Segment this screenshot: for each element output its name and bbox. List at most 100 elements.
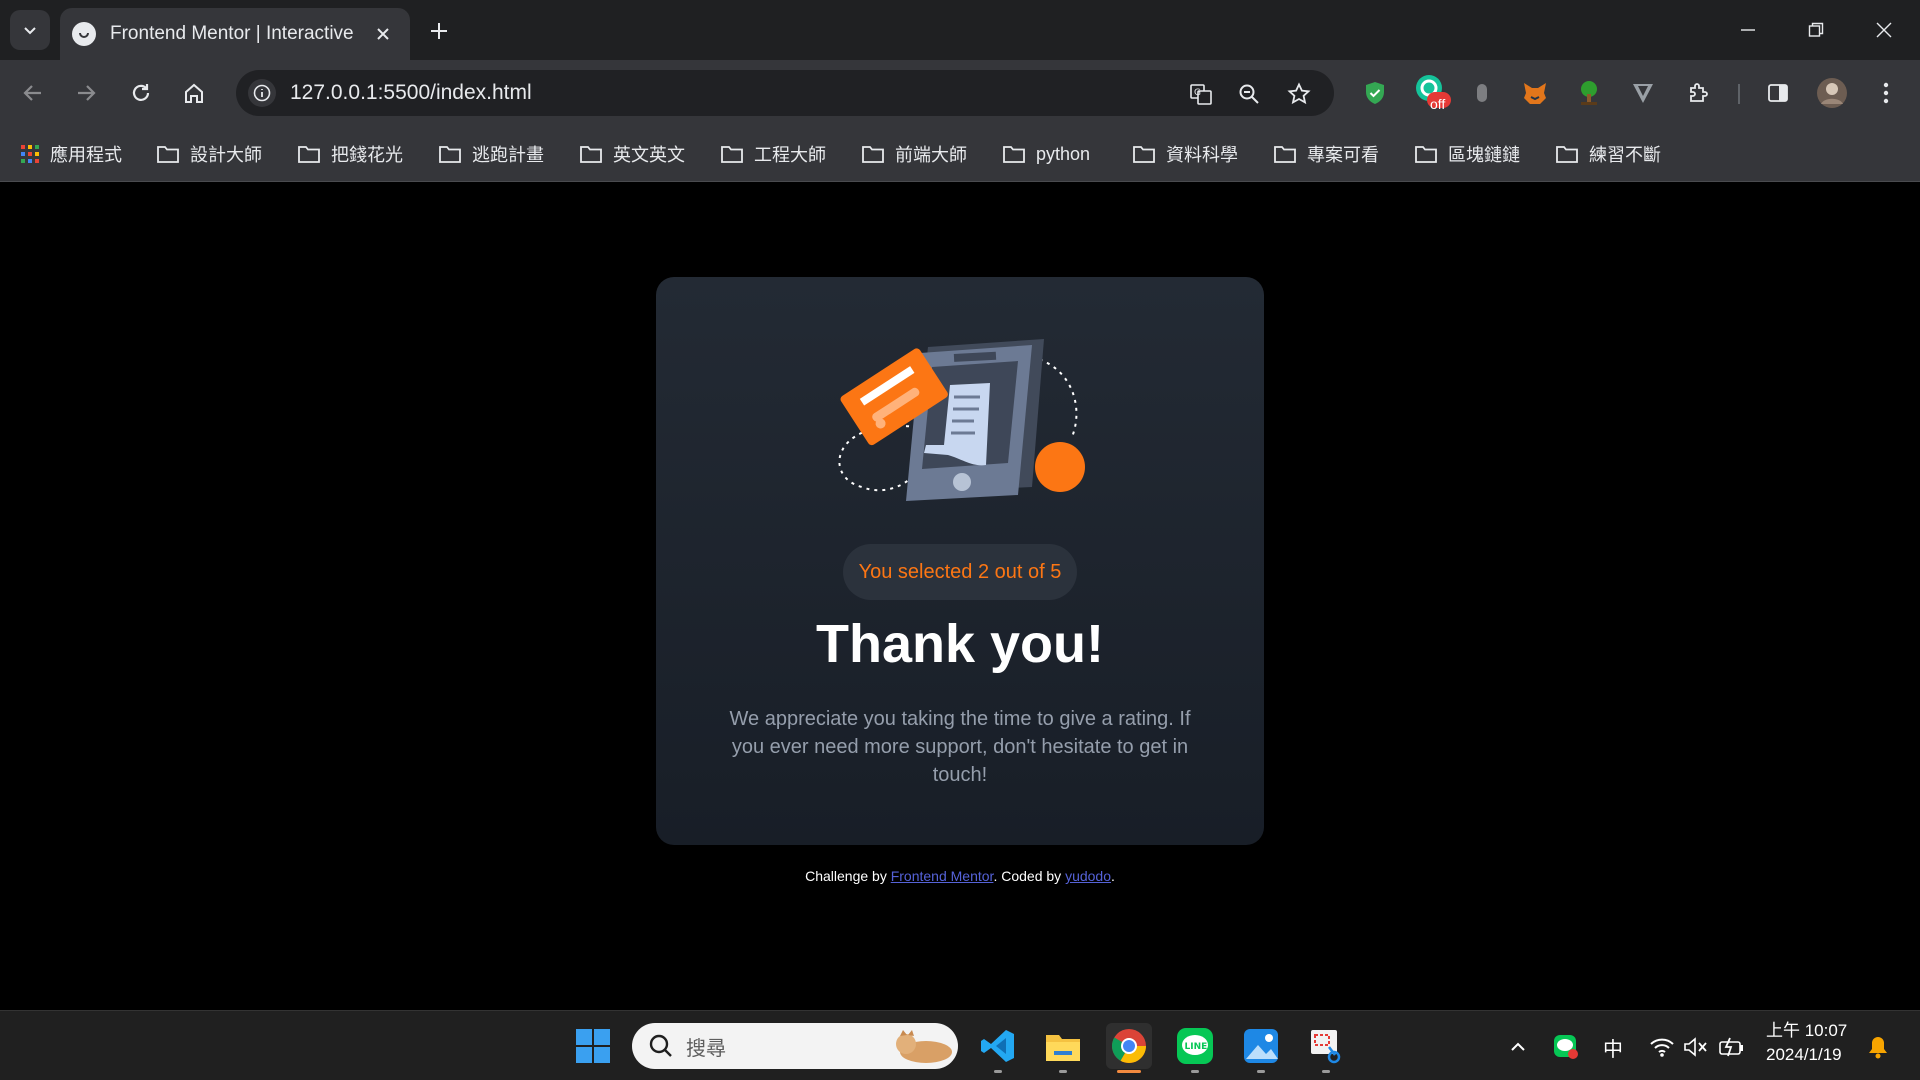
chrome-app[interactable] [1106,1023,1152,1073]
extensions-puzzle-icon[interactable] [1683,77,1715,109]
start-button[interactable] [570,1023,616,1069]
bookmark-folder[interactable]: 專案可看 [1273,140,1379,168]
bookmark-folder[interactable]: 練習不斷 [1555,140,1661,168]
bookmark-folder[interactable]: 設計大師 [156,140,262,168]
extension-off-badge: off [1430,96,1446,112]
bookmark-folder[interactable]: 前端大師 [861,140,967,168]
plus-icon [431,23,447,39]
svg-text:LINE: LINE [1185,1042,1208,1052]
minimize-button[interactable] [1732,14,1764,46]
apps-grid-icon [21,145,39,163]
system-clock[interactable]: 上午 10:07 2024/1/19 [1766,1019,1847,1067]
bookmark-label: 英文英文 [613,145,685,165]
page-title: Thank you! [815,614,1104,674]
home-button[interactable] [178,77,210,109]
page-viewport: You selected 2 out of 5 Thank you! We ap… [0,182,1920,1010]
restore-button[interactable] [1800,14,1832,46]
profile-avatar[interactable] [1816,77,1848,109]
side-panel-icon[interactable] [1762,77,1794,109]
bookmark-label: 設計大師 [190,145,262,165]
address-bar[interactable]: 127.0.0.1:5500/index.html G [236,70,1334,116]
folder-icon [1274,146,1296,163]
bookmark-folder[interactable]: 英文英文 [579,140,685,168]
grammar-extension-icon[interactable]: off [1413,72,1453,112]
folder-icon [862,146,884,163]
running-indicator [1191,1070,1199,1073]
v-extension-icon[interactable] [1627,77,1659,109]
more-menu-icon[interactable] [1870,77,1902,109]
attribution-prefix: Challenge by [805,868,891,884]
tab-favicon [72,22,96,46]
tab-close-icon[interactable] [372,23,394,45]
reload-icon [132,84,150,101]
reload-button[interactable] [125,77,157,109]
photos-app[interactable] [1238,1023,1284,1073]
bookmark-star-icon[interactable] [1286,81,1312,107]
tree-extension-icon[interactable] [1573,77,1605,109]
line-tray-icon[interactable] [1552,1033,1580,1061]
search-icon [649,1034,672,1057]
wifi-icon[interactable] [1648,1033,1676,1061]
browser-tab-strip: Frontend Mentor | Interactive [0,0,1920,60]
author-link[interactable]: yudodo [1065,868,1111,884]
taskbar-search[interactable]: 搜尋 [632,1023,958,1069]
new-tab-button[interactable] [424,16,454,46]
volume-muted-icon[interactable] [1682,1033,1710,1061]
chrome-icon [1112,1029,1146,1063]
bookmark-label: 資料科學 [1166,145,1238,165]
site-info-icon[interactable] [248,79,276,107]
close-window-button[interactable] [1868,14,1900,46]
bookmark-folder[interactable]: 把錢花光 [297,140,403,168]
ime-indicator[interactable]: 中 [1599,1033,1627,1061]
shield-extension-icon[interactable] [1359,77,1391,109]
folder-icon [157,146,179,163]
bookmark-folder[interactable]: 資料科學 [1132,140,1238,168]
zoom-icon[interactable] [1236,81,1262,107]
notification-bell-icon[interactable] [1864,1033,1892,1061]
svg-text:G: G [1194,88,1201,98]
bookmark-label: 專案可看 [1307,145,1379,165]
file-explorer-app[interactable] [1040,1023,1086,1073]
attribution-suffix: . [1111,868,1115,884]
clock-time: 上午 10:07 [1766,1021,1848,1040]
bookmark-folder[interactable]: 區塊鏈鏈 [1414,140,1520,168]
bookmark-label: 練習不斷 [1589,145,1661,165]
mouse-extension-icon[interactable] [1466,77,1498,109]
url-text[interactable]: 127.0.0.1:5500/index.html [290,81,532,105]
tab-title: Frontend Mentor | Interactive [110,23,354,44]
search-highlight-icon [896,1030,952,1063]
bookmark-label: 把錢花光 [331,145,403,165]
restore-icon [1808,22,1824,37]
frontend-mentor-link[interactable]: Frontend Mentor [891,868,994,884]
fox-extension-icon[interactable] [1519,77,1551,109]
translate-icon[interactable]: G [1188,81,1214,107]
active-indicator [1117,1070,1141,1073]
bookmark-folder[interactable]: 逃跑計畫 [438,140,544,168]
bookmark-label: 區塊鏈鏈 [1448,145,1520,165]
home-icon [185,83,203,103]
tab-search-button[interactable] [10,10,50,50]
back-button[interactable] [17,77,49,109]
bookmark-folder[interactable]: python [1002,140,1090,168]
chevron-up-icon[interactable] [1504,1033,1532,1061]
vscode-app[interactable] [975,1023,1021,1073]
active-tab[interactable]: Frontend Mentor | Interactive [60,8,410,60]
search-placeholder: 搜尋 [686,1037,726,1060]
bookmark-folder[interactable]: 工程大師 [720,140,826,168]
attribution: Challenge by Frontend Mentor. Coded by y… [0,868,1920,884]
browser-toolbar: 127.0.0.1:5500/index.html G off [0,60,1920,126]
photos-icon [1244,1029,1278,1063]
bookmark-apps[interactable]: 應用程式 [20,140,122,168]
line-app[interactable]: LINE [1172,1023,1218,1073]
windows-taskbar: 搜尋 LINE 中 上午 10:07 2024/1/19 [0,1010,1920,1080]
bookmark-label: 逃跑計畫 [472,145,544,165]
arrow-left-icon [23,85,41,101]
bookmark-label: 前端大師 [895,145,967,165]
battery-icon[interactable] [1718,1033,1746,1061]
running-indicator [1059,1070,1067,1073]
minimize-icon [1741,29,1755,31]
snipping-tool-app[interactable] [1303,1023,1349,1073]
forward-button[interactable] [70,77,102,109]
payment-illustration [838,339,1085,501]
bookmarks-bar: 應用程式 設計大師 把錢花光 逃跑計畫 英文英文 工程大師 前端大師 pytho… [0,126,1920,182]
